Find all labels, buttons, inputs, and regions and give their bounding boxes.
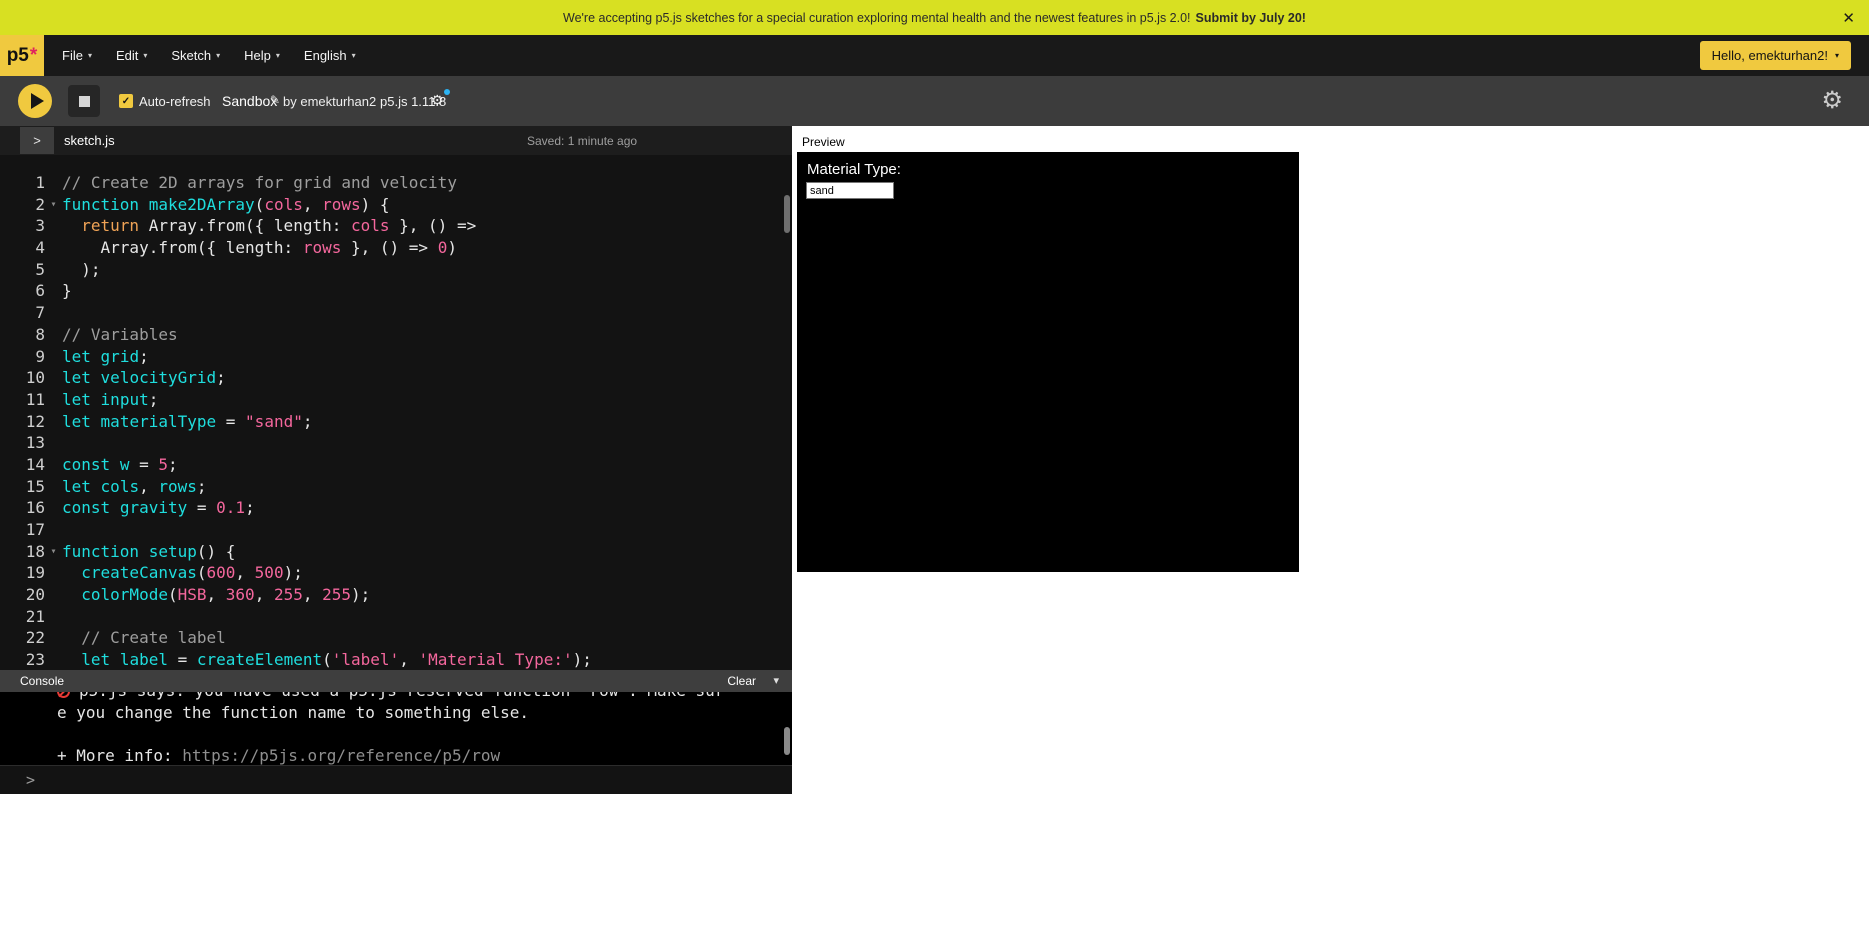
sketch-author: by emekturhan2 — [283, 94, 376, 109]
chevron-down-icon: ▾ — [1835, 51, 1839, 60]
banner-cta[interactable]: Submit by July 20! — [1196, 11, 1306, 25]
tab-sketch-js[interactable]: sketch.js — [64, 133, 115, 148]
code-line: 9let grid; — [0, 346, 792, 368]
account-label: Hello, emekturhan2! — [1712, 48, 1828, 63]
code-line: 13 — [0, 432, 792, 454]
stop-button[interactable] — [68, 85, 100, 117]
auto-refresh-label[interactable]: Auto-refresh — [139, 94, 211, 109]
version-gear-icon[interactable]: ⚙ — [431, 92, 444, 109]
console-header: Console Clear ▾ — [0, 670, 792, 692]
auto-refresh-checkbox[interactable]: ✓ — [119, 94, 133, 108]
code-line: 20 colorMode(HSB, 360, 255, 255); — [0, 584, 792, 606]
code-line: 12let materialType = "sand"; — [0, 411, 792, 433]
code-line: 2▾function make2DArray(cols, rows) { — [0, 194, 792, 216]
code-line: 4 Array.from({ length: rows }, () => 0) — [0, 237, 792, 259]
preview-title: Preview — [802, 135, 845, 149]
play-icon — [31, 93, 44, 109]
code-line: 8// Variables — [0, 324, 792, 346]
code-lines: 1// Create 2D arrays for grid and veloci… — [0, 155, 792, 670]
menu-file[interactable]: File▾ — [50, 35, 104, 76]
editor-tabbar: > sketch.js Saved: 1 minute ago — [0, 126, 792, 155]
code-line: 17 — [0, 519, 792, 541]
close-icon[interactable]: ✕ — [1842, 9, 1855, 27]
code-line: 16const gravity = 0.1; — [0, 497, 792, 519]
code-line: 10let velocityGrid; — [0, 367, 792, 389]
menu-edit[interactable]: Edit▾ — [104, 35, 159, 76]
code-line: 11let input; — [0, 389, 792, 411]
console-scrollbar-thumb[interactable] — [784, 727, 790, 755]
stop-icon — [79, 96, 90, 107]
chevron-down-icon: ▾ — [88, 51, 92, 60]
code-line: 22 // Create label — [0, 627, 792, 649]
error-icon — [57, 692, 70, 698]
sketch-name[interactable]: Sandbox — [222, 93, 277, 109]
code-line: 21 — [0, 606, 792, 628]
code-line: 3 return Array.from({ length: cols }, ()… — [0, 215, 792, 237]
edit-pencil-icon[interactable]: ✎ — [270, 93, 280, 107]
code-line: 14const w = 5; — [0, 454, 792, 476]
account-button[interactable]: Hello, emekturhan2! ▾ — [1700, 41, 1851, 70]
console-collapse-icon[interactable]: ▾ — [773, 670, 779, 692]
settings-gear-icon[interactable]: ⚙ — [1821, 86, 1843, 115]
editor-scrollbar-thumb[interactable] — [784, 195, 790, 233]
console-prompt[interactable]: > — [0, 765, 792, 794]
banner-message: We're accepting p5.js sketches for a spe… — [563, 11, 1191, 25]
fold-icon[interactable]: ▾ — [45, 194, 62, 216]
code-line: 23 let label = createElement('label', 'M… — [0, 649, 792, 670]
code-line: 15let cols, rows; — [0, 476, 792, 498]
toolbar: ✓ Auto-refresh Sandbox ✎ by emekturhan2 … — [0, 76, 1869, 126]
saved-status: Saved: 1 minute ago — [527, 134, 637, 148]
fold-icon[interactable]: ▾ — [45, 541, 62, 563]
code-line: 6} — [0, 280, 792, 302]
code-line: 5 ); — [0, 259, 792, 281]
material-type-label: Material Type: — [807, 161, 901, 178]
menu-english[interactable]: English▾ — [292, 35, 368, 76]
code-line: 19 createCanvas(600, 500); — [0, 562, 792, 584]
chevron-down-icon: ▾ — [143, 51, 147, 60]
logo-asterisk-icon: * — [30, 45, 37, 67]
console-line: + More info: https://p5js.org/reference/… — [0, 745, 792, 765]
material-type-input[interactable] — [806, 182, 894, 199]
code-line: 18▾function setup() { — [0, 541, 792, 563]
console-messages: p5.js says: you have used a p5.js reserv… — [0, 692, 792, 765]
console-line: p5.js says: you have used a p5.js reserv… — [0, 692, 792, 702]
code-line: 7 — [0, 302, 792, 324]
preview-pane: Preview Material Type: — [792, 126, 1869, 794]
header-bar: p5 * File▾Edit▾Sketch▾Help▾English▾ Hell… — [0, 35, 1869, 76]
prompt-chevron-icon: > — [26, 766, 35, 795]
console-clear-button[interactable]: Clear — [727, 670, 756, 692]
console-title: Console — [20, 670, 64, 692]
preview-canvas: Material Type: — [797, 152, 1299, 572]
announcement-banner: We're accepting p5.js sketches for a spe… — [0, 0, 1869, 35]
console-line — [0, 723, 792, 745]
code-editor[interactable]: 1// Create 2D arrays for grid and veloci… — [0, 155, 792, 670]
console-line: e you change the function name to someth… — [0, 702, 792, 724]
chevron-down-icon: ▾ — [276, 51, 280, 60]
console-link[interactable]: https://p5js.org/reference/p5/row — [182, 746, 500, 765]
notification-dot — [444, 89, 450, 95]
p5-logo[interactable]: p5 * — [0, 35, 44, 76]
sidebar-collapse-button[interactable]: > — [20, 127, 54, 154]
logo-text: p5 — [7, 45, 29, 67]
menu-sketch[interactable]: Sketch▾ — [159, 35, 232, 76]
chevron-down-icon: ▾ — [352, 51, 356, 60]
menu-bar: File▾Edit▾Sketch▾Help▾English▾ — [50, 35, 368, 76]
code-line: 1// Create 2D arrays for grid and veloci… — [0, 172, 792, 194]
console-body: p5.js says: you have used a p5.js reserv… — [0, 692, 792, 765]
menu-help[interactable]: Help▾ — [232, 35, 292, 76]
chevron-down-icon: ▾ — [216, 51, 220, 60]
play-button[interactable] — [18, 84, 52, 118]
